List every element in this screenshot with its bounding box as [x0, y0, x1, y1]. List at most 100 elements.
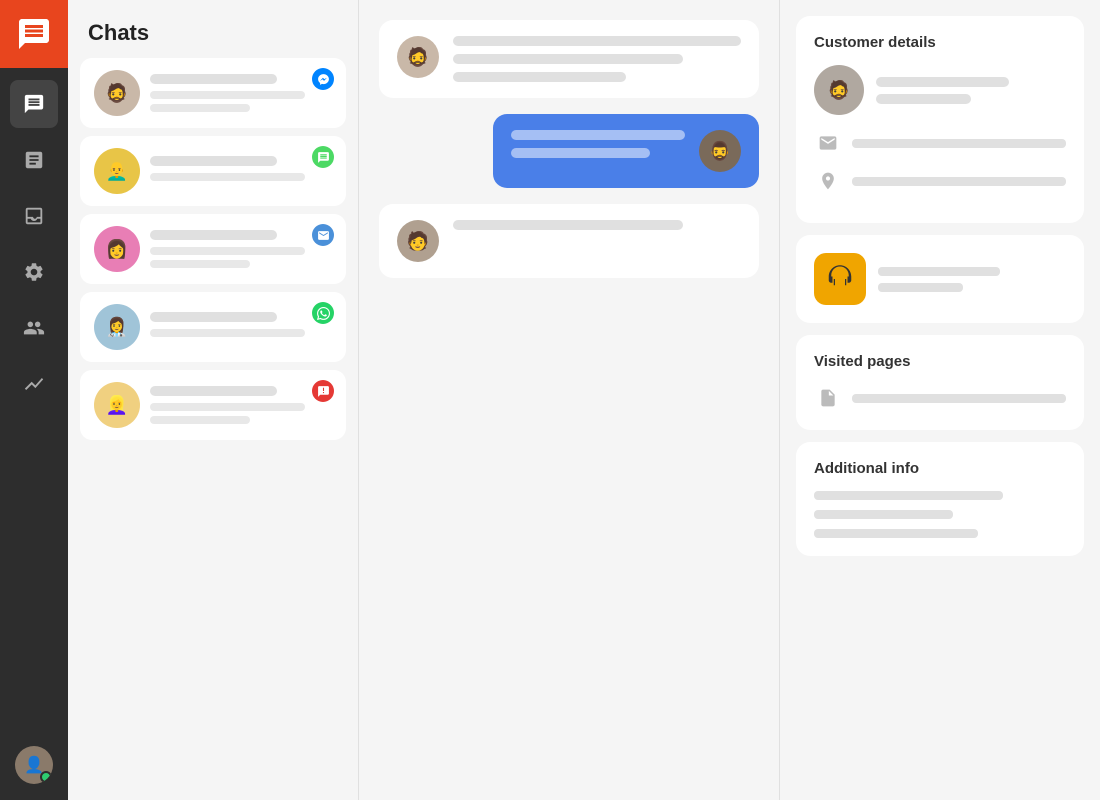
sidebar-item-chats[interactable]: [10, 80, 58, 128]
contacts-icon: [23, 317, 45, 339]
avatar: 👱‍♀️: [94, 382, 140, 428]
channel-badge-email: [312, 224, 334, 246]
user-avatar[interactable]: 👤: [15, 746, 53, 784]
contact-row-email: [814, 129, 1066, 157]
page-title: Chats: [68, 0, 358, 58]
chat-msg-bar2: [150, 260, 250, 268]
avatar: 👩: [94, 226, 140, 272]
headset-row: [814, 253, 1066, 305]
additional-info-title: Additional info: [814, 460, 1066, 477]
headset-sub-bar: [878, 283, 963, 292]
headset-name-bar: [878, 267, 1000, 276]
chat-msg-bar2: [150, 104, 250, 112]
headset-icon: [825, 264, 855, 294]
msg-line: [453, 72, 626, 82]
chat-msg-bar: [150, 329, 305, 337]
email-contact-icon: [818, 133, 838, 153]
document-icon: [818, 388, 838, 408]
channel-badge-sms: [312, 146, 334, 168]
visited-page-bar: [852, 394, 1066, 403]
chat-msg-bar: [150, 91, 305, 99]
add-line: [814, 510, 953, 519]
whatsapp-icon: [317, 307, 330, 320]
location-icon-wrap: [814, 167, 842, 195]
cust-info: [876, 77, 1066, 104]
messenger-icon: [317, 73, 330, 86]
avatar: 👩‍⚕️: [94, 304, 140, 350]
customer-details-card: Customer details 🧔: [796, 16, 1084, 223]
automation-icon: [23, 261, 45, 283]
chats-icon: [23, 93, 45, 115]
chat-logo-icon: [16, 16, 52, 52]
chat-item[interactable]: 👩: [80, 214, 346, 284]
chat-msg-bar: [150, 403, 305, 411]
chat-item[interactable]: 👨‍🦲: [80, 136, 346, 206]
email-value-bar: [852, 139, 1066, 148]
chat-info: [150, 312, 332, 342]
sidebar-logo[interactable]: [0, 0, 68, 68]
chat-info: [150, 230, 332, 268]
message-bubble-received2: 🧑: [379, 204, 759, 278]
contact-row-location: [814, 167, 1066, 195]
location-value-bar: [852, 177, 1066, 186]
additional-lines: [814, 491, 1066, 538]
customer-top: 🧔: [814, 65, 1066, 115]
msg-line: [453, 220, 683, 230]
visited-pages-card: Visited pages: [796, 335, 1084, 430]
msg-lines: [453, 36, 741, 82]
conversation-panel: 🧔 🧔‍♂️ 🧑: [359, 0, 779, 800]
additional-info-card: Additional info: [796, 442, 1084, 556]
message-bubble-received: 🧔: [379, 20, 759, 98]
channel-badge-messenger: [312, 68, 334, 90]
chat-list: 🧔 👨‍🦲: [68, 58, 358, 800]
cust-name-bar: [876, 77, 1009, 87]
right-panel: Customer details 🧔: [780, 0, 1100, 800]
msg-avatar-sent: 🧔‍♂️: [699, 130, 741, 172]
chat-msg-bar: [150, 173, 305, 181]
chat-item[interactable]: 👩‍⚕️: [80, 292, 346, 362]
msg-line-sent: [511, 148, 650, 158]
sidebar-bottom: 👤: [15, 746, 53, 784]
headset-info-lines: [878, 267, 1066, 292]
sms-icon: [317, 151, 330, 164]
chat-name-bar: [150, 230, 277, 240]
msg-lines2: [453, 220, 741, 230]
chat-name-bar: [150, 74, 277, 84]
msg-line: [453, 36, 741, 46]
avatar: 🧔: [94, 70, 140, 116]
customer-avatar: 🧔: [814, 65, 864, 115]
msg-avatar2: 🧑: [397, 220, 439, 262]
avatar: 👨‍🦲: [94, 148, 140, 194]
channel-badge-chat: [312, 380, 334, 402]
visited-pages-title: Visited pages: [814, 353, 1066, 370]
chat-name-bar: [150, 312, 277, 322]
cust-sub-bar: [876, 94, 971, 104]
inbox-icon: [23, 205, 45, 227]
sidebar-item-inbox[interactable]: [10, 192, 58, 240]
chat-list-panel: Chats 🧔 👨‍🦲: [68, 0, 358, 800]
customer-details-title: Customer details: [814, 34, 1066, 51]
sidebar-item-contacts[interactable]: [10, 304, 58, 352]
main-content: Chats 🧔 👨‍🦲: [68, 0, 1100, 800]
doc-icon-wrap: [814, 384, 842, 412]
add-line: [814, 529, 978, 538]
chat-msg-bar2: [150, 416, 250, 424]
sidebar-item-reports[interactable]: [10, 360, 58, 408]
email-icon: [317, 229, 330, 242]
location-icon: [818, 171, 838, 191]
tickets-icon: [23, 149, 45, 171]
sidebar-item-tickets[interactable]: [10, 136, 58, 184]
message-bubble-sent: 🧔‍♂️: [493, 114, 759, 188]
sidebar: 👤: [0, 0, 68, 800]
chat-item[interactable]: 👱‍♀️: [80, 370, 346, 440]
status-dot: [40, 771, 52, 783]
headset-card: [796, 235, 1084, 323]
chat-item[interactable]: 🧔: [80, 58, 346, 128]
add-line: [814, 491, 1003, 500]
chat-name-bar: [150, 156, 277, 166]
sidebar-item-automation[interactable]: [10, 248, 58, 296]
headset-icon-wrap: [814, 253, 866, 305]
visited-row: [814, 384, 1066, 412]
chat-info: [150, 74, 332, 112]
msg-avatar: 🧔: [397, 36, 439, 78]
